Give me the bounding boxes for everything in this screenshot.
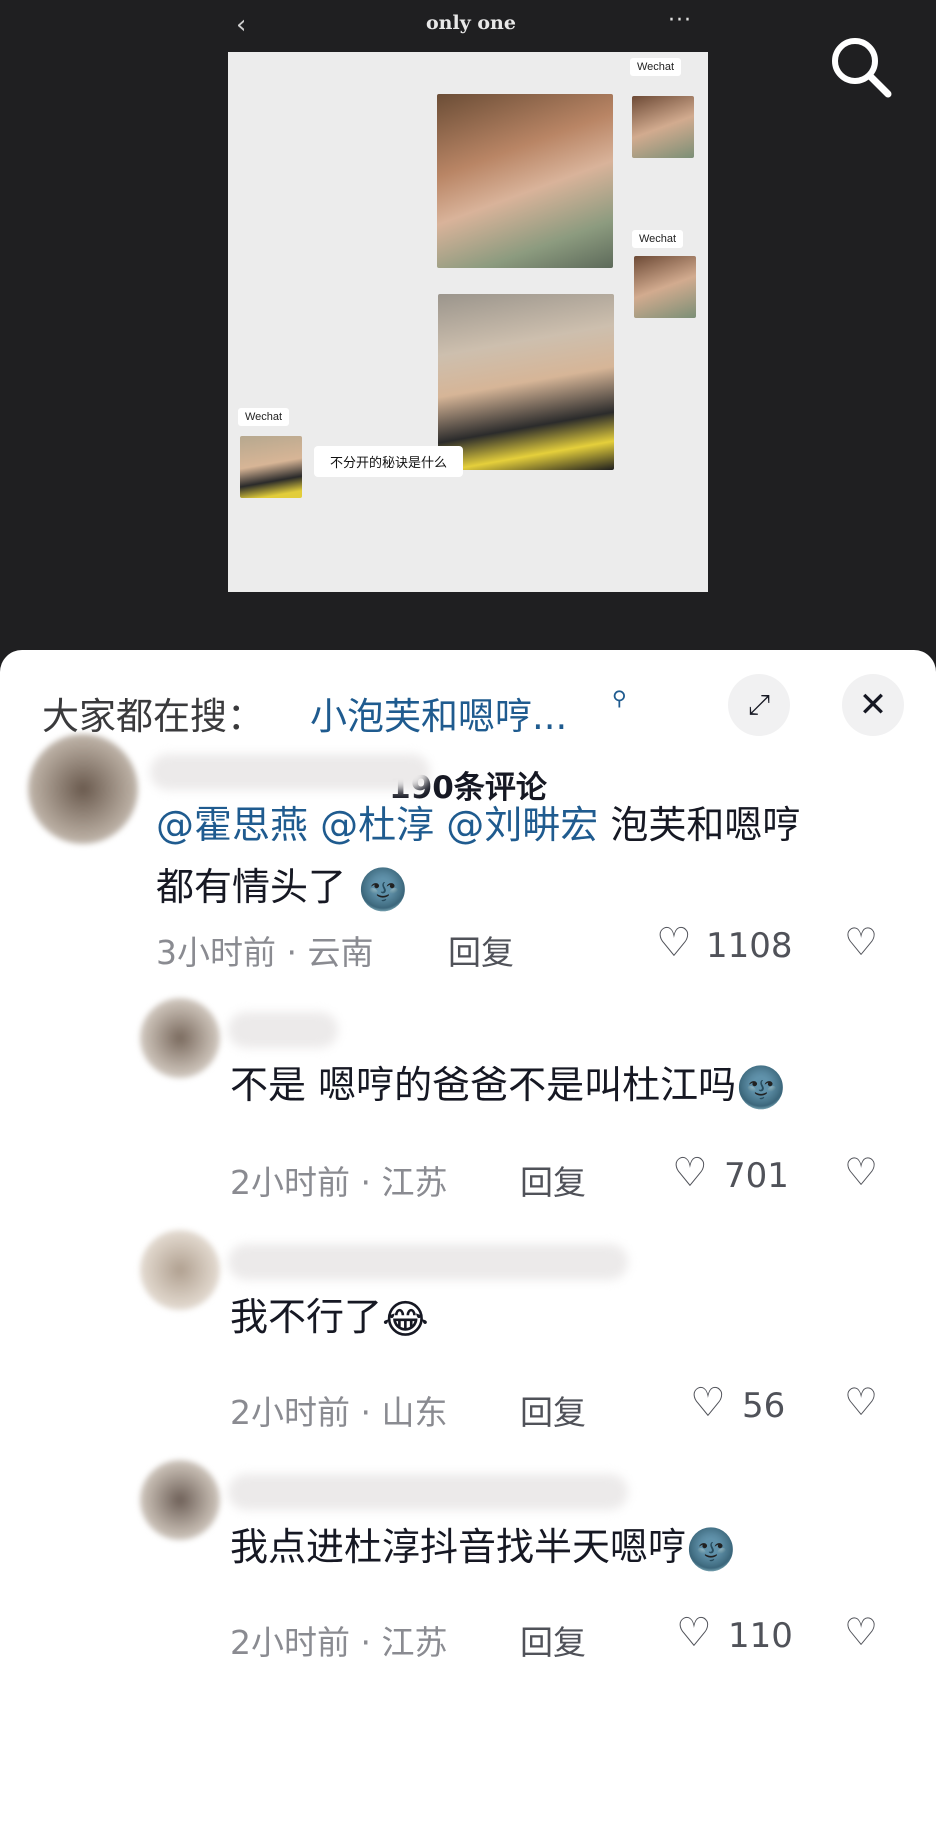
dislike-icon[interactable]: ♡ [844,1610,878,1654]
chat-title: only one [426,12,516,34]
comment-meta: 3小时前 · 云南 [156,933,374,972]
like-icon[interactable]: ♡ [690,1380,726,1426]
expand-button[interactable]: ⤢ [728,674,790,736]
comment-text-part: 不是 嗯哼的爸爸不是叫杜江吗 [230,1063,737,1107]
comment-text-part: 泡芙和嗯哼 [610,803,801,847]
emoji: 🌚 [358,866,408,913]
reply-button[interactable]: 回复 [520,1616,586,1664]
boy-avatar [240,436,302,498]
comment-text: @霍思燕 @杜淳 @刘畊宏 泡芙和嗯哼 都有情头了 🌚 [156,794,916,921]
like-count: 701 [724,1156,789,1196]
emoji: 🌚 [736,1064,786,1111]
hot-search-term[interactable]: 小泡芙和嗯哼... [310,686,567,740]
more-icon: ··· [668,8,692,33]
username-blurred[interactable] [228,1474,628,1510]
back-icon: ‹ [236,10,247,40]
girl-photo [437,94,613,268]
like-icon[interactable]: ♡ [656,920,692,966]
girl-avatar [632,96,694,158]
emoji: 🌚 [686,1526,736,1573]
like-count: 1108 [706,926,793,966]
comment-text: 我不行了😂 [230,1286,920,1351]
comment-meta: 2小时前 · 江苏 [230,1623,448,1662]
like-count: 110 [728,1616,793,1656]
comment-text: 我点进杜淳抖音找半天嗯哼🌚 [230,1516,920,1581]
wechat-tag: Wechat [632,230,684,248]
search-icon[interactable] [828,34,894,100]
mention-link[interactable]: @霍思燕 [156,803,308,847]
reply-button[interactable]: 回复 [520,1156,586,1204]
username-blurred[interactable] [228,1244,628,1280]
like-icon[interactable]: ♡ [672,1150,708,1196]
username-blurred[interactable] [228,1012,338,1048]
emoji: 😂 [382,1296,429,1343]
avatar[interactable] [28,734,138,844]
comment-text-part: 我点进杜淳抖音找半天嗯哼 [230,1525,687,1569]
comment-meta: 2小时前 · 江苏 [230,1163,448,1202]
girl-avatar [634,256,696,318]
mention-link[interactable]: @杜淳 [320,803,434,847]
comment-text-part: 我不行了 [230,1295,383,1339]
comment-text: 不是 嗯哼的爸爸不是叫杜江吗🌚 [230,1054,920,1119]
comment-text-part: 都有情头了 [156,865,347,909]
avatar[interactable] [140,1230,220,1310]
chat-message: 不分开的秘诀是什么 [314,446,464,477]
hot-search-icon: ⚲ [612,686,627,710]
comment-meta: 2小时前 · 山东 [230,1393,448,1432]
wechat-tag: Wechat [238,408,290,426]
avatar[interactable] [140,1460,220,1540]
dislike-icon[interactable]: ♡ [844,1150,878,1194]
video-area[interactable]: ‹ only one ··· Wechat Wechat Wechat 不分开的… [0,0,936,680]
close-button[interactable]: ✕ [842,674,904,736]
boy-photo [438,294,614,470]
dislike-icon[interactable]: ♡ [844,920,878,964]
mention-link[interactable]: @刘畊宏 [446,803,598,847]
username-blurred[interactable] [150,754,430,790]
reply-button[interactable]: 回复 [520,1386,586,1434]
comments-panel: 大家都在搜： 小泡芙和嗯哼... ⚲ ⤢ ✕ 190条评论 @霍思燕 @杜淳 @… [0,650,936,1824]
dislike-icon[interactable]: ♡ [844,1380,878,1424]
chat-screenshot: Wechat Wechat Wechat 不分开的秘诀是什么 [228,52,708,592]
avatar[interactable] [140,998,220,1078]
wechat-tag: Wechat [630,58,682,76]
reply-button[interactable]: 回复 [448,926,514,974]
like-icon[interactable]: ♡ [676,1610,712,1656]
like-count: 56 [742,1386,786,1426]
hot-search-prefix: 大家都在搜： [42,695,264,738]
